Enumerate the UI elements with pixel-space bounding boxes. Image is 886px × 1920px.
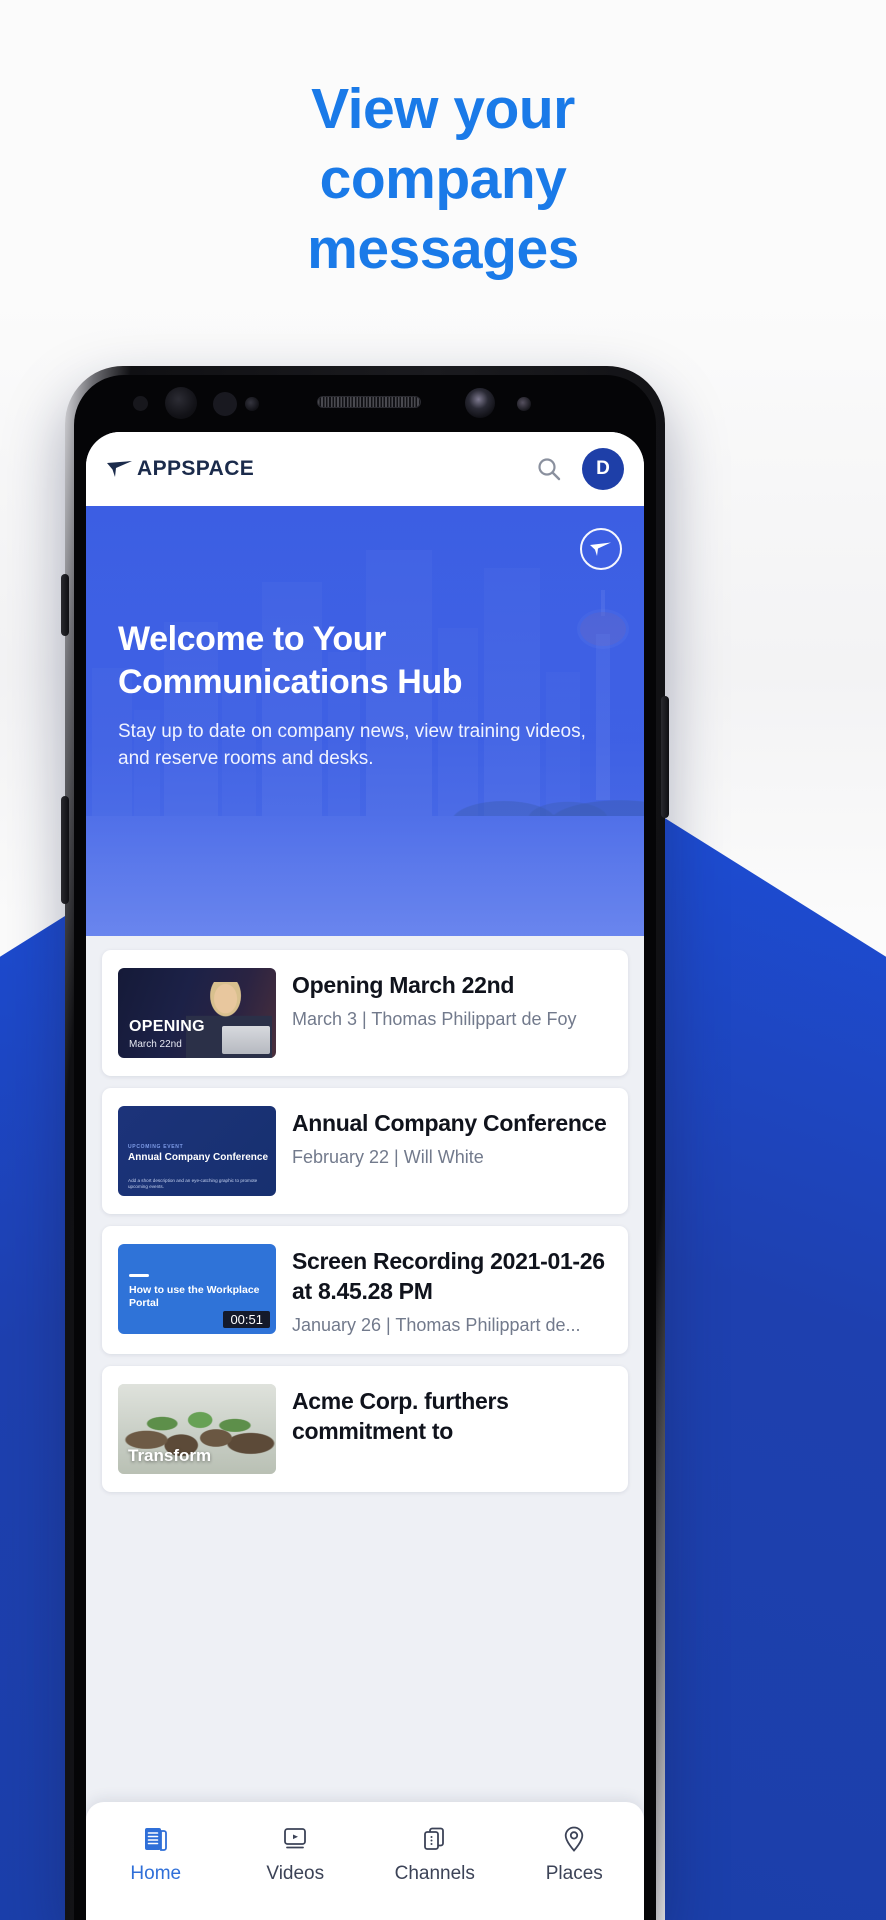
card-thumbnail: OPENING March 22nd: [118, 968, 276, 1058]
card-thumbnail: UPCOMING EVENT Annual Company Conference…: [118, 1106, 276, 1196]
nav-item-videos[interactable]: Videos: [226, 1824, 366, 1885]
list-item[interactable]: OPENING March 22nd Opening March 22nd Ma…: [102, 950, 628, 1076]
hero-banner[interactable]: Welcome to Your Communications Hub Stay …: [86, 506, 644, 936]
search-icon[interactable]: [536, 456, 562, 482]
hero-subtitle: Stay up to date on company news, view tr…: [118, 721, 586, 769]
list-item[interactable]: How to use the Workplace Portal 00:51 Sc…: [102, 1226, 628, 1354]
card-title: Acme Corp. furthers commitment to: [292, 1388, 509, 1444]
app-header: APPSPACE D: [86, 432, 644, 506]
avatar[interactable]: D: [582, 448, 624, 490]
front-camera-icon: [165, 387, 197, 419]
appspace-logo[interactable]: APPSPACE: [106, 457, 254, 481]
appspace-circle-logo-glyph: [590, 542, 611, 556]
card-body: Annual Company Conference February 22 | …: [292, 1106, 612, 1168]
thumbnail-kicker: UPCOMING EVENT: [128, 1144, 184, 1150]
cards-stack-icon: [423, 1827, 444, 1850]
card-thumbnail: How to use the Workplace Portal 00:51: [118, 1244, 276, 1334]
thumbnail-description: Add a short description and an eye-catch…: [128, 1178, 258, 1189]
phone-screen: APPSPACE D Welcome to Your Communication…: [86, 432, 644, 1920]
phone-mockup: APPSPACE D Welcome to Your Communication…: [61, 366, 669, 1920]
card-body: Screen Recording 2021-01-26 at 8.45.28 P…: [292, 1244, 612, 1336]
thumbnail-rule: [129, 1274, 149, 1277]
thumbnail-title: Annual Company Conference: [128, 1152, 269, 1163]
nav-label: Channels: [394, 1863, 475, 1884]
card-title: Screen Recording 2021-01-26 at 8.45.28 P…: [292, 1248, 605, 1304]
background-shape-right: [636, 800, 886, 1920]
nav-label: Places: [545, 1863, 603, 1884]
app-header-actions: D: [536, 448, 624, 490]
phone-button-left-upper: [61, 574, 69, 636]
video-player-icon: [284, 1828, 307, 1849]
hero-title: Welcome to Your Communications Hub: [118, 620, 463, 701]
list-item[interactable]: Transform Acme Corp. furthers commitment…: [102, 1366, 628, 1492]
promo-headline: View your company messages: [0, 74, 886, 284]
nav-item-places[interactable]: Places: [505, 1824, 645, 1885]
nav-label: Home: [130, 1863, 182, 1884]
appspace-logo-text: APPSPACE: [137, 457, 255, 480]
list-item[interactable]: UPCOMING EVENT Annual Company Conference…: [102, 1088, 628, 1214]
iris-sensor-icon: [465, 388, 495, 418]
thumbnail-laptop: [222, 1026, 270, 1054]
card-body: Acme Corp. furthers commitment to: [292, 1384, 612, 1446]
thumbnail-title: OPENING: [129, 1018, 205, 1035]
video-duration-badge: 00:51: [223, 1311, 270, 1328]
thumbnail-title: How to use the Workplace Portal: [129, 1284, 260, 1309]
promo-headline-line-1: View your: [311, 77, 575, 141]
nav-item-channels[interactable]: Channels: [365, 1824, 505, 1885]
appspace-arrow-icon: [107, 461, 132, 477]
sensor-dot-3: [245, 397, 259, 411]
phone-bezel-top: [65, 366, 665, 432]
card-title: Opening March 22nd: [292, 972, 515, 998]
promo-headline-line-2: company: [319, 147, 567, 211]
card-meta: February 22 | Will White: [292, 1147, 484, 1167]
sensor-dot-4: [517, 397, 531, 411]
thumbnail-title: Transform: [128, 1446, 212, 1465]
map-pin-icon: [565, 1826, 584, 1852]
card-meta: March 3 | Thomas Philippart de Foy: [292, 1009, 577, 1029]
phone-button-right: [661, 696, 669, 818]
sensor-dot-1: [133, 396, 148, 411]
document-list-icon: [144, 1828, 167, 1851]
card-meta: January 26 | Thomas Philippart de...: [292, 1315, 581, 1335]
nav-item-home[interactable]: Home: [86, 1824, 226, 1885]
card-title: Annual Company Conference: [292, 1110, 607, 1136]
nav-label: Videos: [266, 1863, 325, 1884]
bottom-navigation: Home Videos Channels Places: [86, 1802, 644, 1920]
thumbnail-subtitle: March 22nd: [129, 1039, 182, 1050]
card-thumbnail: Transform: [118, 1384, 276, 1474]
hero-content: Welcome to Your Communications Hub Stay …: [118, 618, 622, 772]
promo-headline-line-3: messages: [307, 217, 579, 281]
content-list: OPENING March 22nd Opening March 22nd Ma…: [86, 936, 644, 1492]
appspace-circle-logo-icon: [580, 528, 622, 570]
earpiece-speaker: [317, 396, 421, 408]
phone-button-left-lower: [61, 796, 69, 904]
card-body: Opening March 22nd March 3 | Thomas Phil…: [292, 968, 612, 1030]
sensor-dot-2: [213, 392, 237, 416]
